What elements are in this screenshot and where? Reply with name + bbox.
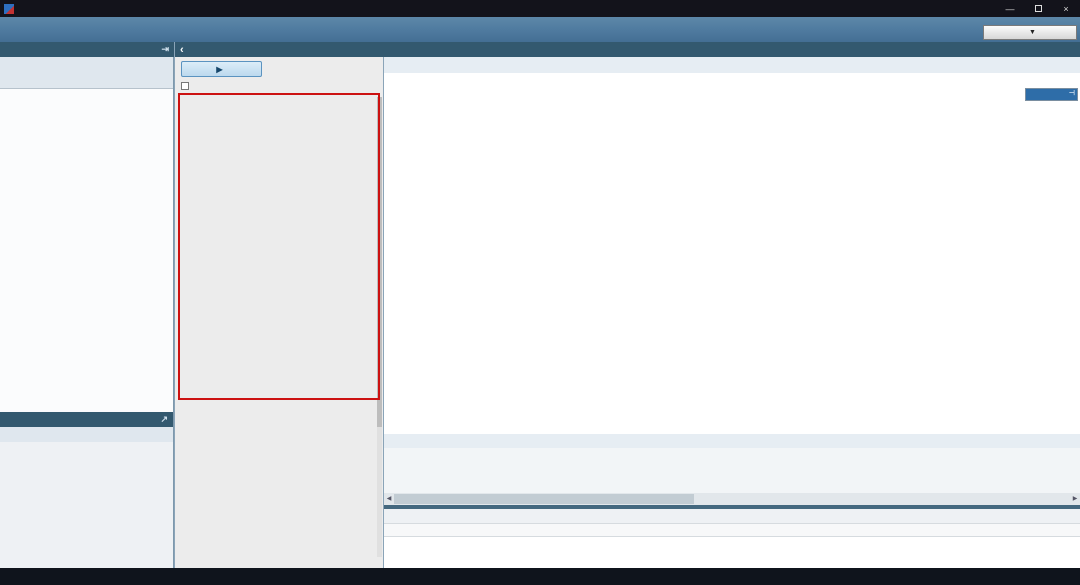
status-bar bbox=[0, 568, 1080, 585]
back-chevron-icon[interactable]: ‹ bbox=[180, 44, 184, 56]
maximize-icon[interactable] bbox=[1024, 0, 1052, 17]
measurement-settings-panel: ▶ bbox=[175, 57, 383, 568]
popout-icon[interactable]: ↗ bbox=[160, 414, 168, 425]
app-icon bbox=[4, 4, 14, 14]
monitors-panel: ↗ bbox=[0, 412, 174, 568]
monitors-header: ↗ bbox=[0, 412, 173, 427]
graph-toolbar bbox=[384, 57, 1080, 73]
scroll-left-icon[interactable]: ◀ bbox=[384, 493, 394, 505]
scrollbar-thumb[interactable] bbox=[394, 494, 694, 504]
results-thumbnails bbox=[384, 448, 1080, 493]
start-button[interactable]: ▶ bbox=[181, 61, 262, 77]
pin-icon[interactable]: ⊣ bbox=[1069, 89, 1075, 97]
sequence-mode-button[interactable]: ▼ bbox=[983, 25, 1077, 40]
minimize-icon[interactable]: — bbox=[996, 0, 1024, 17]
navigator-tree bbox=[0, 88, 173, 412]
settings-scrollbar[interactable] bbox=[377, 97, 382, 557]
results-scrollbar[interactable]: ◀ ▶ bbox=[384, 493, 1080, 505]
rms-level-chart bbox=[384, 73, 1080, 432]
main-toolbar bbox=[0, 28, 1080, 42]
data-sets-toolbar bbox=[384, 509, 1080, 524]
measurement-header: ‹ bbox=[175, 42, 1080, 57]
monitors-toolbar bbox=[0, 427, 173, 442]
play-icon: ▶ bbox=[216, 65, 222, 74]
graph-region: ◀ ▶ bbox=[384, 57, 1080, 568]
data-sets-columns bbox=[384, 524, 1080, 537]
chevron-down-icon: ▼ bbox=[1029, 29, 1036, 36]
sequence-transport bbox=[0, 73, 173, 88]
menu-bar bbox=[0, 17, 1080, 28]
navigator-header: ⇥ bbox=[0, 42, 174, 57]
collapse-panel-icon[interactable]: ⇥ bbox=[161, 44, 169, 55]
title-bar: — × bbox=[0, 0, 1080, 17]
graph-legend: ⊣ bbox=[1025, 88, 1078, 101]
data-sets-panel bbox=[384, 509, 1080, 568]
navigator-panel bbox=[0, 57, 174, 412]
fft-monitor-chart bbox=[0, 442, 174, 568]
append-graph-data-row bbox=[181, 82, 383, 90]
sequence-row bbox=[0, 57, 173, 73]
append-graph-checkbox[interactable] bbox=[181, 82, 189, 90]
close-icon[interactable]: × bbox=[1052, 0, 1080, 17]
scroll-right-icon[interactable]: ▶ bbox=[1070, 493, 1080, 505]
results-toolbar bbox=[384, 434, 1080, 448]
